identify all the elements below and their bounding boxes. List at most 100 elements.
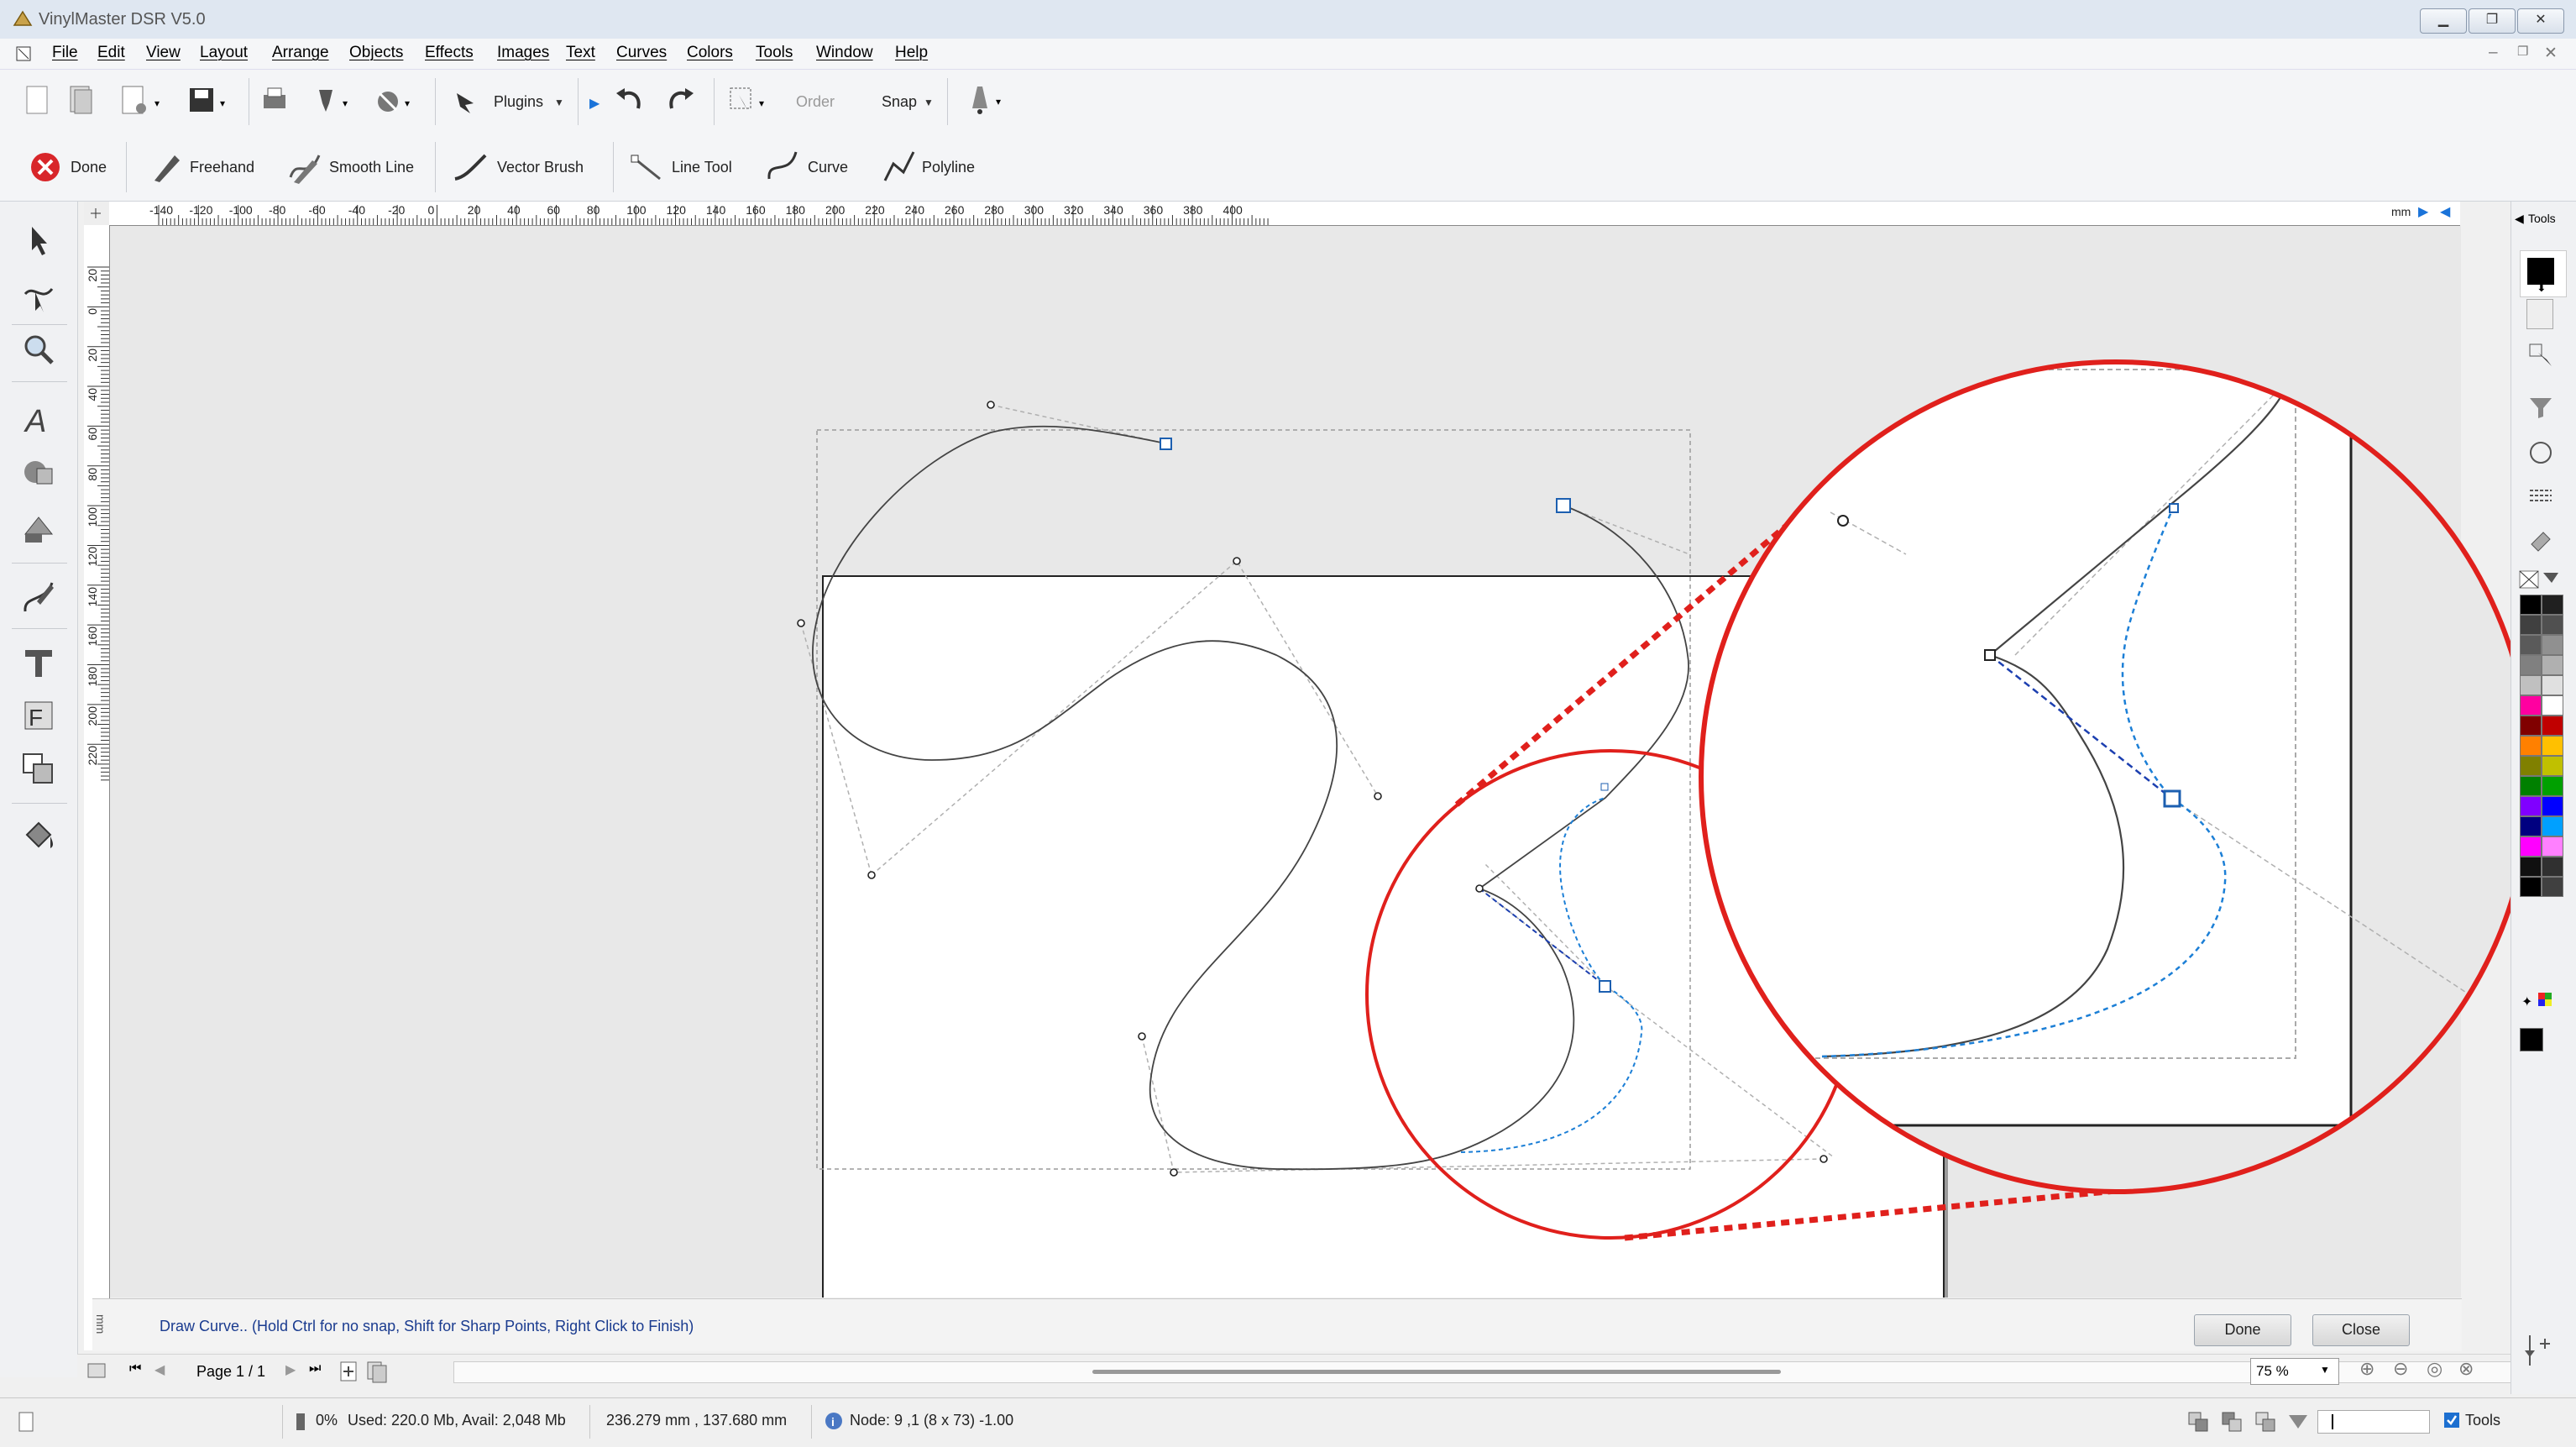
palette-swatch[interactable] bbox=[2542, 675, 2563, 695]
zoom-fit-icon[interactable]: ⊗ bbox=[2458, 1358, 2474, 1380]
fill-color-swatch[interactable] bbox=[2526, 299, 2553, 329]
done-label[interactable]: Done bbox=[71, 159, 107, 176]
done-icon[interactable] bbox=[29, 150, 62, 184]
select-group-icon[interactable]: ▾ bbox=[727, 85, 774, 117]
palette-swatch[interactable] bbox=[2520, 655, 2542, 675]
new-file-icon[interactable] bbox=[24, 85, 50, 117]
palette-swatch[interactable] bbox=[2520, 615, 2542, 635]
fill-bucket-icon[interactable] bbox=[20, 818, 59, 857]
minimize-button[interactable]: ▁ bbox=[2420, 8, 2467, 34]
tools-tab-arrow-icon[interactable]: ◀ bbox=[2515, 212, 2524, 226]
palette-swatch[interactable] bbox=[2542, 776, 2563, 796]
open-file-icon[interactable] bbox=[67, 85, 96, 117]
close-window-button[interactable]: ✕ bbox=[2517, 8, 2564, 34]
drawing-page[interactable] bbox=[822, 575, 1945, 1298]
palette-swatch[interactable] bbox=[2520, 796, 2542, 816]
prev-page-icon[interactable]: ◀ bbox=[154, 1361, 165, 1378]
menu-layout[interactable]: Layout bbox=[200, 44, 248, 62]
send-back-icon[interactable] bbox=[2220, 1410, 2245, 1434]
line-tool-icon[interactable] bbox=[630, 149, 665, 186]
zoom-dropdown-icon[interactable]: ▼ bbox=[2320, 1364, 2330, 1376]
next-page-icon[interactable]: ▶ bbox=[285, 1361, 296, 1378]
plugins-label[interactable]: Plugins bbox=[494, 93, 543, 111]
menu-edit[interactable]: Edit bbox=[97, 44, 125, 62]
palette-swatch[interactable] bbox=[2542, 595, 2563, 615]
tools-footer-icon[interactable] bbox=[2523, 1332, 2557, 1369]
hint-done-button[interactable]: Done bbox=[2194, 1314, 2291, 1346]
hint-close-button[interactable]: Close bbox=[2312, 1314, 2410, 1346]
palette-swatch[interactable] bbox=[2542, 655, 2563, 675]
order-button[interactable]: Order bbox=[796, 93, 835, 111]
vector-brush-label[interactable]: Vector Brush bbox=[497, 159, 584, 176]
transparency-icon[interactable] bbox=[2285, 1410, 2311, 1434]
weld-tool-icon[interactable] bbox=[20, 751, 59, 789]
text-on-path-icon[interactable]: F bbox=[20, 697, 59, 736]
horizontal-scrollbar[interactable] bbox=[453, 1361, 2536, 1383]
palette-swatch[interactable] bbox=[2520, 695, 2542, 716]
palette-swatch[interactable] bbox=[2520, 857, 2542, 877]
polyline-icon[interactable] bbox=[882, 147, 919, 186]
drawing-canvas[interactable] bbox=[110, 226, 2461, 1298]
palette-swatch[interactable] bbox=[2520, 716, 2542, 736]
tools-checkbox-label[interactable]: Tools bbox=[2465, 1412, 2500, 1429]
tools-checkbox-icon[interactable] bbox=[2443, 1412, 2460, 1429]
zoom-icon[interactable] bbox=[20, 331, 59, 370]
mdi-minimize-icon[interactable]: – bbox=[2489, 44, 2498, 62]
palette-swatch[interactable] bbox=[2542, 635, 2563, 655]
freehand-icon[interactable] bbox=[149, 149, 183, 186]
tools-tab-label[interactable]: Tools bbox=[2528, 212, 2556, 225]
polyline-label[interactable]: Polyline bbox=[922, 159, 975, 176]
palette-swatch[interactable] bbox=[2520, 776, 2542, 796]
palette-swatch[interactable] bbox=[2542, 615, 2563, 635]
menu-arrange[interactable]: Arrange bbox=[272, 44, 329, 62]
palette-swatch[interactable] bbox=[2542, 716, 2563, 736]
current-color-swatch[interactable] bbox=[2520, 1028, 2543, 1051]
pick-tool-icon[interactable] bbox=[20, 222, 59, 260]
node-edit-icon[interactable] bbox=[20, 277, 59, 316]
palette-swatch[interactable] bbox=[2542, 857, 2563, 877]
palette-swatch[interactable] bbox=[2520, 736, 2542, 756]
line-style-icon[interactable] bbox=[2526, 480, 2555, 509]
curve-label[interactable]: Curve bbox=[808, 159, 848, 176]
eraser-icon[interactable] bbox=[2526, 524, 2555, 553]
palette-swatch[interactable] bbox=[2520, 595, 2542, 615]
palette-swatch[interactable] bbox=[2520, 877, 2542, 897]
circle-icon[interactable] bbox=[2526, 438, 2555, 467]
menu-text[interactable]: Text bbox=[566, 44, 595, 62]
undo-icon[interactable] bbox=[613, 83, 648, 117]
palette-swatch[interactable] bbox=[2542, 695, 2563, 716]
menu-help[interactable]: Help bbox=[895, 44, 928, 62]
eyedropper-select-icon[interactable] bbox=[2526, 341, 2555, 370]
swap-colors-icon[interactable]: ⬇ bbox=[2537, 280, 2547, 295]
spray-nozzle-icon[interactable]: ▾ bbox=[964, 83, 1011, 117]
smooth-line-label[interactable]: Smooth Line bbox=[329, 159, 414, 176]
menu-window[interactable]: Window bbox=[816, 44, 873, 62]
no-color-icon[interactable] bbox=[2515, 568, 2565, 591]
palette-swatch[interactable] bbox=[2520, 836, 2542, 857]
line-tool-label[interactable]: Line Tool bbox=[672, 159, 732, 176]
shape-tool-icon[interactable] bbox=[20, 453, 59, 492]
palette-swatch[interactable] bbox=[2520, 675, 2542, 695]
last-page-icon[interactable]: ⏭ bbox=[309, 1361, 321, 1376]
palette-swatch[interactable] bbox=[2542, 877, 2563, 897]
snap-dropdown-icon[interactable]: ▼ bbox=[924, 97, 934, 108]
palette-options-icon[interactable]: ✦ bbox=[2520, 988, 2562, 1013]
plugins-icon[interactable] bbox=[452, 87, 484, 117]
contour-cut-icon[interactable]: ▾ bbox=[373, 85, 420, 117]
page-view-icon[interactable] bbox=[86, 1361, 107, 1381]
redo-icon[interactable] bbox=[663, 83, 699, 117]
palette-swatch[interactable] bbox=[2520, 816, 2542, 836]
shape-edit-icon[interactable] bbox=[20, 509, 59, 548]
curve-icon[interactable] bbox=[764, 147, 801, 186]
cut-vinyl-icon[interactable]: ▾ bbox=[312, 85, 358, 117]
menu-colors[interactable]: Colors bbox=[687, 44, 733, 62]
zoom-in-icon[interactable]: ⊕ bbox=[2359, 1358, 2374, 1380]
ruler-scroll-right-icon[interactable]: ▶ bbox=[2418, 203, 2428, 220]
palette-swatch[interactable] bbox=[2520, 635, 2542, 655]
zoom-select[interactable]: 75 % ▼ bbox=[2250, 1358, 2339, 1385]
save-icon[interactable]: ▾ bbox=[186, 85, 233, 117]
vector-brush-icon[interactable] bbox=[452, 149, 490, 186]
maximize-button[interactable]: ❐ bbox=[2469, 8, 2516, 34]
palette-swatch[interactable] bbox=[2542, 736, 2563, 756]
menu-view[interactable]: View bbox=[146, 44, 181, 62]
